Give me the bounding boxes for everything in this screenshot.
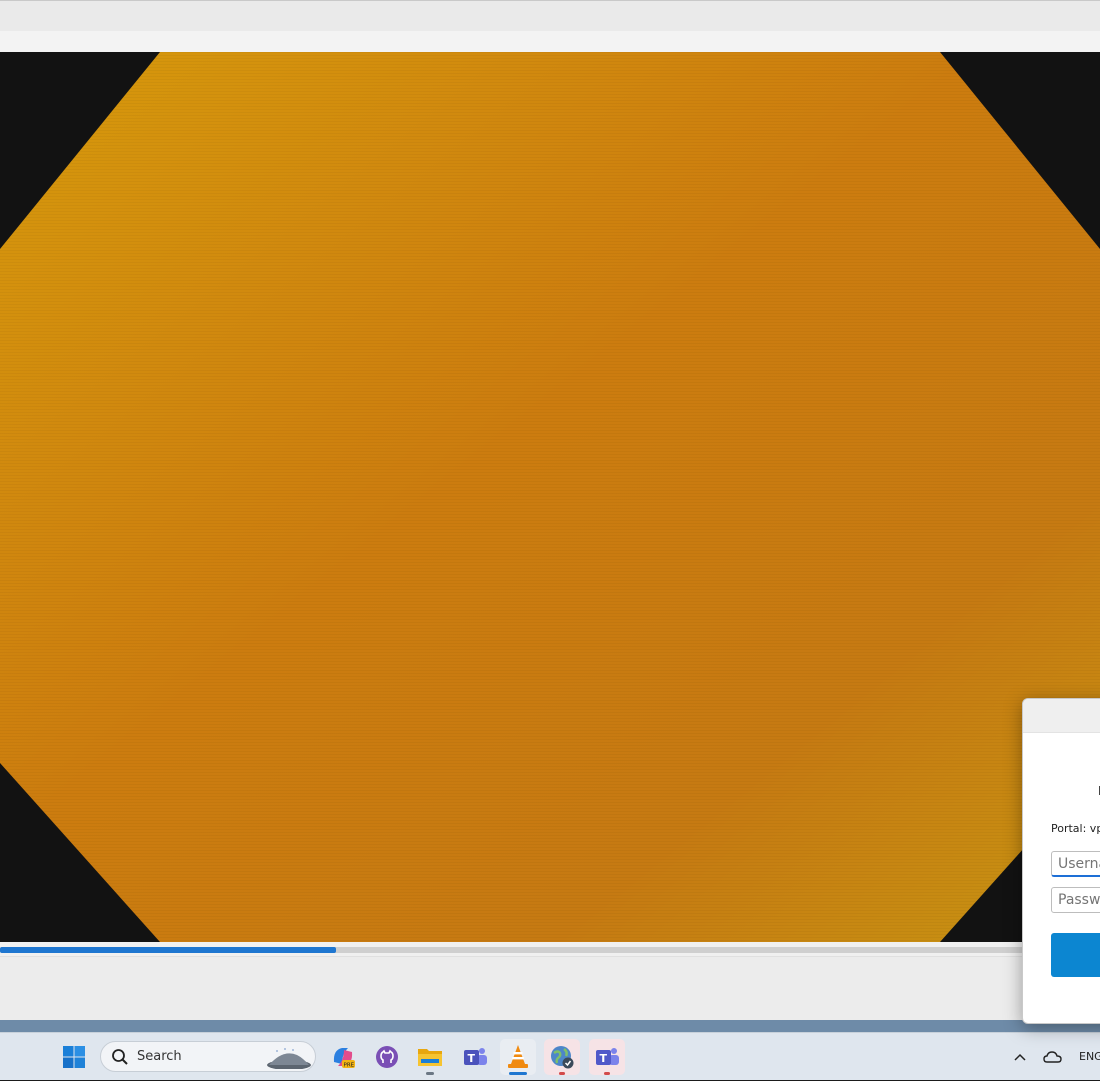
- vpn-login-dialog: Portal: vp: [1022, 698, 1100, 1024]
- app-running-indicator: [426, 1072, 434, 1075]
- start-button[interactable]: [56, 1039, 92, 1075]
- menu-bar: [0, 31, 1100, 52]
- teams-classic-app[interactable]: T: [457, 1039, 493, 1075]
- github-desktop-icon: [376, 1046, 398, 1068]
- search-label: Search: [137, 1049, 182, 1064]
- onedrive-button[interactable]: [1042, 1033, 1064, 1081]
- seek-progress: [0, 947, 336, 953]
- dialog-title-bar: [1023, 699, 1100, 733]
- password-input[interactable]: [1051, 887, 1100, 913]
- cloud-icon: [1043, 1051, 1062, 1063]
- app-active-indicator: [509, 1072, 527, 1075]
- svg-text:T: T: [600, 1052, 608, 1065]
- username-input[interactable]: [1051, 851, 1100, 877]
- media-player-window: [0, 0, 1100, 1022]
- desktop-wallpaper: [0, 1020, 1100, 1032]
- teams-new-icon: T: [596, 1048, 619, 1065]
- globalprotect-app[interactable]: [544, 1039, 580, 1075]
- windows-logo-icon: [63, 1046, 85, 1068]
- video-frame: [0, 52, 1100, 942]
- portal-label: Portal: vp: [1051, 822, 1100, 835]
- chevron-up-icon: [1014, 1053, 1026, 1061]
- seek-track[interactable]: [0, 947, 1100, 953]
- teams-icon: T: [464, 1048, 487, 1065]
- seek-bar[interactable]: [0, 942, 1100, 956]
- app-attention-indicator: [604, 1072, 610, 1075]
- app-attention-indicator: [559, 1072, 565, 1075]
- copilot-app[interactable]: PRE: [325, 1039, 361, 1075]
- svg-text:PRE: PRE: [344, 1063, 355, 1069]
- file-explorer-icon: [418, 1049, 442, 1066]
- globalprotect-icon: [551, 1046, 574, 1069]
- video-area[interactable]: [0, 52, 1100, 942]
- search-highlight-icon: [267, 1048, 311, 1069]
- vlc-icon: [508, 1045, 528, 1068]
- copilot-icon: PRE: [333, 1048, 355, 1069]
- show-hidden-icons-button[interactable]: [1010, 1033, 1030, 1081]
- taskbar-search[interactable]: Search: [100, 1041, 316, 1072]
- github-desktop-app[interactable]: [369, 1039, 405, 1075]
- connect-button[interactable]: [1051, 933, 1100, 977]
- title-bar: [0, 0, 1100, 31]
- svg-text:T: T: [468, 1052, 476, 1065]
- vlc-app[interactable]: [500, 1039, 536, 1075]
- file-explorer-app[interactable]: [412, 1039, 448, 1075]
- teams-new-app[interactable]: T: [589, 1039, 625, 1075]
- taskbar: Search PRE T T ENG: [0, 1032, 1100, 1080]
- controls-bar: [0, 956, 1100, 1022]
- language-indicator[interactable]: ENG: [1079, 1050, 1100, 1063]
- search-icon: [112, 1049, 128, 1065]
